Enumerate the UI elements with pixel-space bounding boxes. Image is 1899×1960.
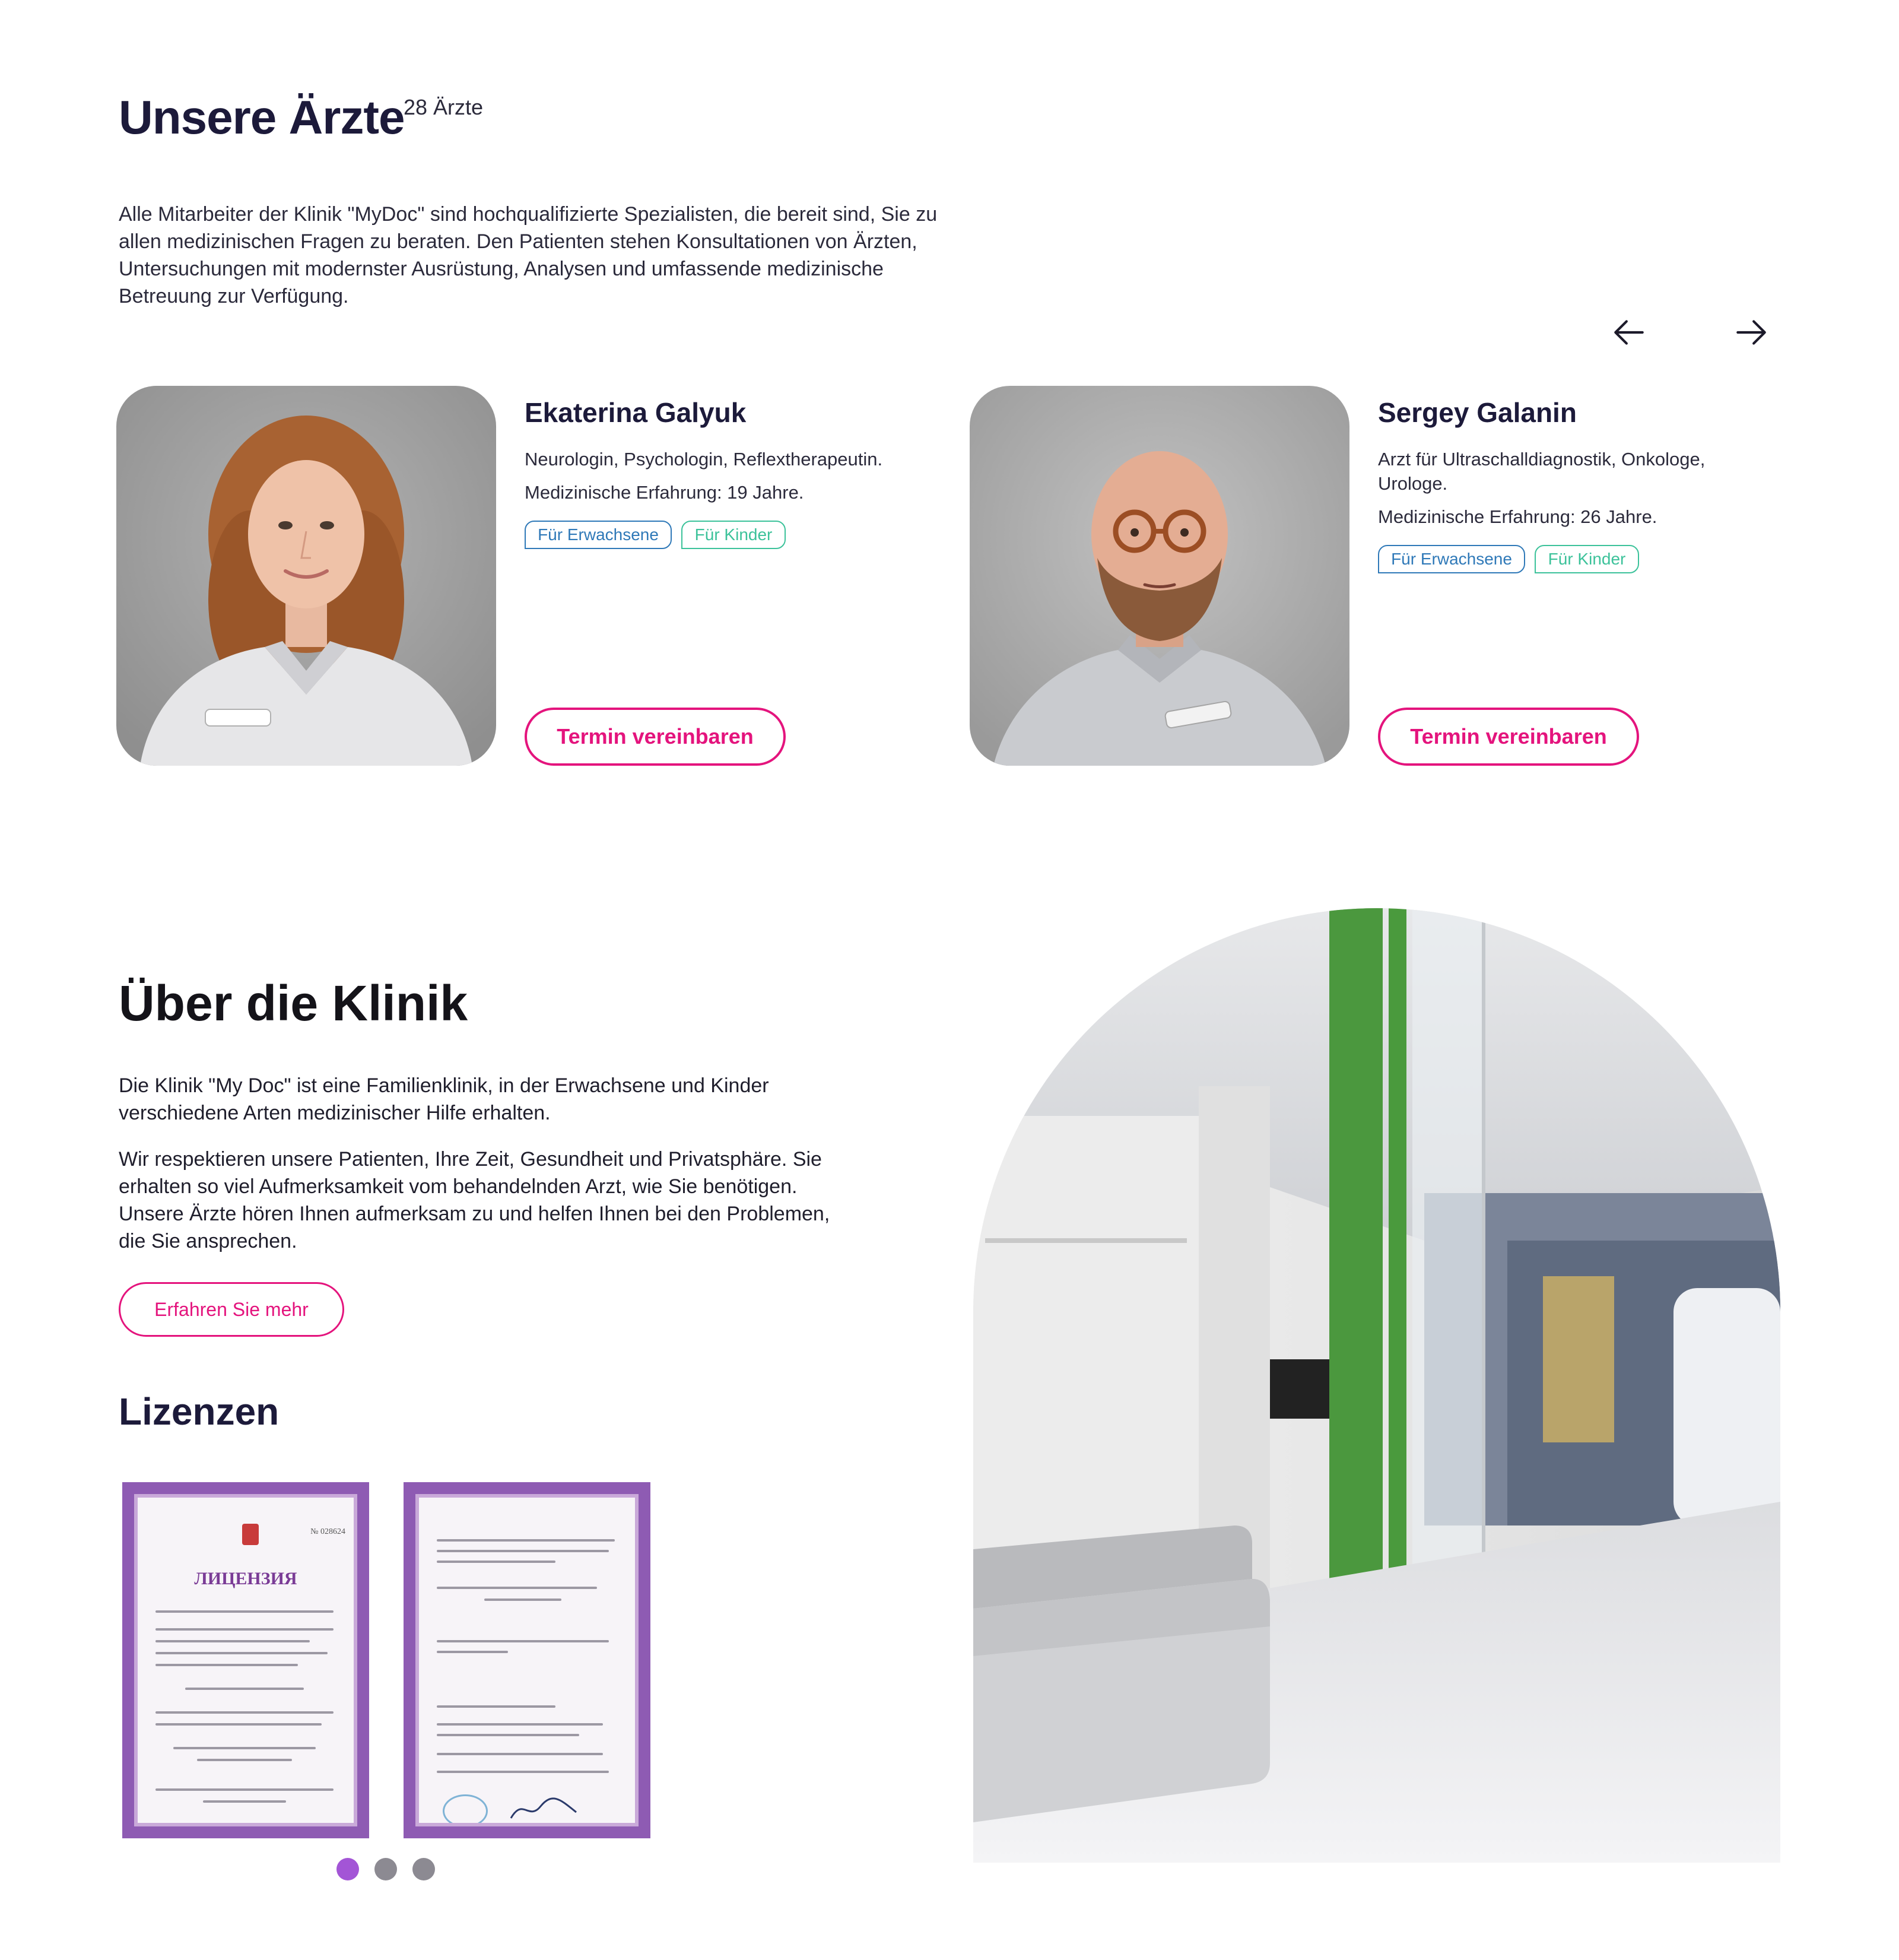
doctor-name: Ekaterina Galyuk (525, 397, 747, 428)
pagination-dot-1[interactable] (336, 1858, 359, 1880)
tag-adults[interactable]: Für Erwachsene (1378, 545, 1525, 573)
doctors-intro: Alle Mitarbeiter der Klinik "MyDoc" sind… (119, 203, 938, 307)
text-line (437, 1723, 603, 1726)
clinic-interior-image (973, 908, 1780, 1863)
text-line (437, 1550, 609, 1552)
doctor-name: Sergey Galanin (1378, 397, 1577, 428)
signature-icon (510, 1797, 577, 1819)
text-line (155, 1664, 298, 1666)
arrow-right-icon (1736, 320, 1766, 345)
text-line (185, 1688, 304, 1690)
pagination-dot-3[interactable] (412, 1858, 435, 1880)
doctor-specialty: Arzt für Ultraschalldiagnostik, Onkologe… (1378, 449, 1706, 494)
license-page (415, 1494, 639, 1826)
text-line (437, 1539, 615, 1542)
text-line (437, 1561, 555, 1563)
clinic-interior-illustration (973, 908, 1780, 1863)
tag-adults[interactable]: Für Erwachsene (525, 521, 672, 549)
licenses-title: Lizenzen (119, 1390, 280, 1433)
pagination-dot-2[interactable] (374, 1858, 397, 1880)
about-paragraph-1: Die Klinik "My Doc" ist eine Familienkli… (119, 1074, 769, 1124)
about-title: Über die Klinik (119, 975, 468, 1031)
text-line (173, 1747, 316, 1749)
doctor-specialty: Neurologin, Psychologin, Reflextherapeut… (525, 449, 883, 470)
text-line (155, 1610, 334, 1613)
book-appointment-button[interactable]: Termin vereinbaren (525, 708, 786, 766)
text-line (437, 1753, 603, 1755)
doctor-portrait-image (970, 386, 1349, 766)
text-line (203, 1800, 286, 1803)
doctor-photo-sergey[interactable] (970, 386, 1349, 766)
text-line (155, 1711, 334, 1714)
license-heading: ЛИЦЕНЗИЯ (194, 1569, 297, 1588)
license-document-2[interactable] (404, 1482, 650, 1838)
text-line (437, 1587, 597, 1589)
doctor-experience: Medizinische Erfahrung: 26 Jahre. (1378, 506, 1657, 527)
doctors-title: Unsere Ärzte (119, 91, 405, 144)
coat-of-arms-icon (242, 1524, 259, 1545)
text-line (437, 1651, 508, 1653)
book-appointment-button[interactable]: Termin vereinbaren (1378, 708, 1639, 766)
text-line (155, 1788, 334, 1791)
doctors-count: 28 Ärzte (404, 95, 484, 119)
doctor-portrait-image (116, 386, 496, 766)
text-line (437, 1734, 579, 1736)
text-line (437, 1771, 609, 1773)
stamp-icon (443, 1794, 488, 1823)
text-line (155, 1640, 310, 1642)
text-line (484, 1599, 561, 1601)
doctor-experience: Medizinische Erfahrung: 19 Jahre. (525, 482, 804, 503)
license-document-1[interactable]: № 028624 ЛИЦЕНЗИЯ (122, 1482, 369, 1838)
text-line (437, 1640, 609, 1642)
license-number: № 028624 (310, 1527, 345, 1536)
text-line (197, 1759, 292, 1761)
text-line (155, 1628, 334, 1631)
text-line (155, 1652, 328, 1654)
carousel-prev-button[interactable] (1602, 309, 1656, 356)
about-paragraph-2: Wir respektieren unsere Patienten, Ihre … (119, 1148, 830, 1252)
tag-children[interactable]: Für Kinder (681, 521, 786, 549)
text-line (437, 1705, 555, 1708)
carousel-next-button[interactable] (1725, 309, 1778, 356)
text-line (155, 1723, 322, 1726)
arrow-left-icon (1614, 320, 1644, 345)
learn-more-button[interactable]: Erfahren Sie mehr (119, 1282, 344, 1337)
doctor-photo-ekaterina[interactable] (116, 386, 496, 766)
license-page: № 028624 ЛИЦЕНЗИЯ (134, 1494, 357, 1826)
tag-children[interactable]: Für Kinder (1535, 545, 1639, 573)
